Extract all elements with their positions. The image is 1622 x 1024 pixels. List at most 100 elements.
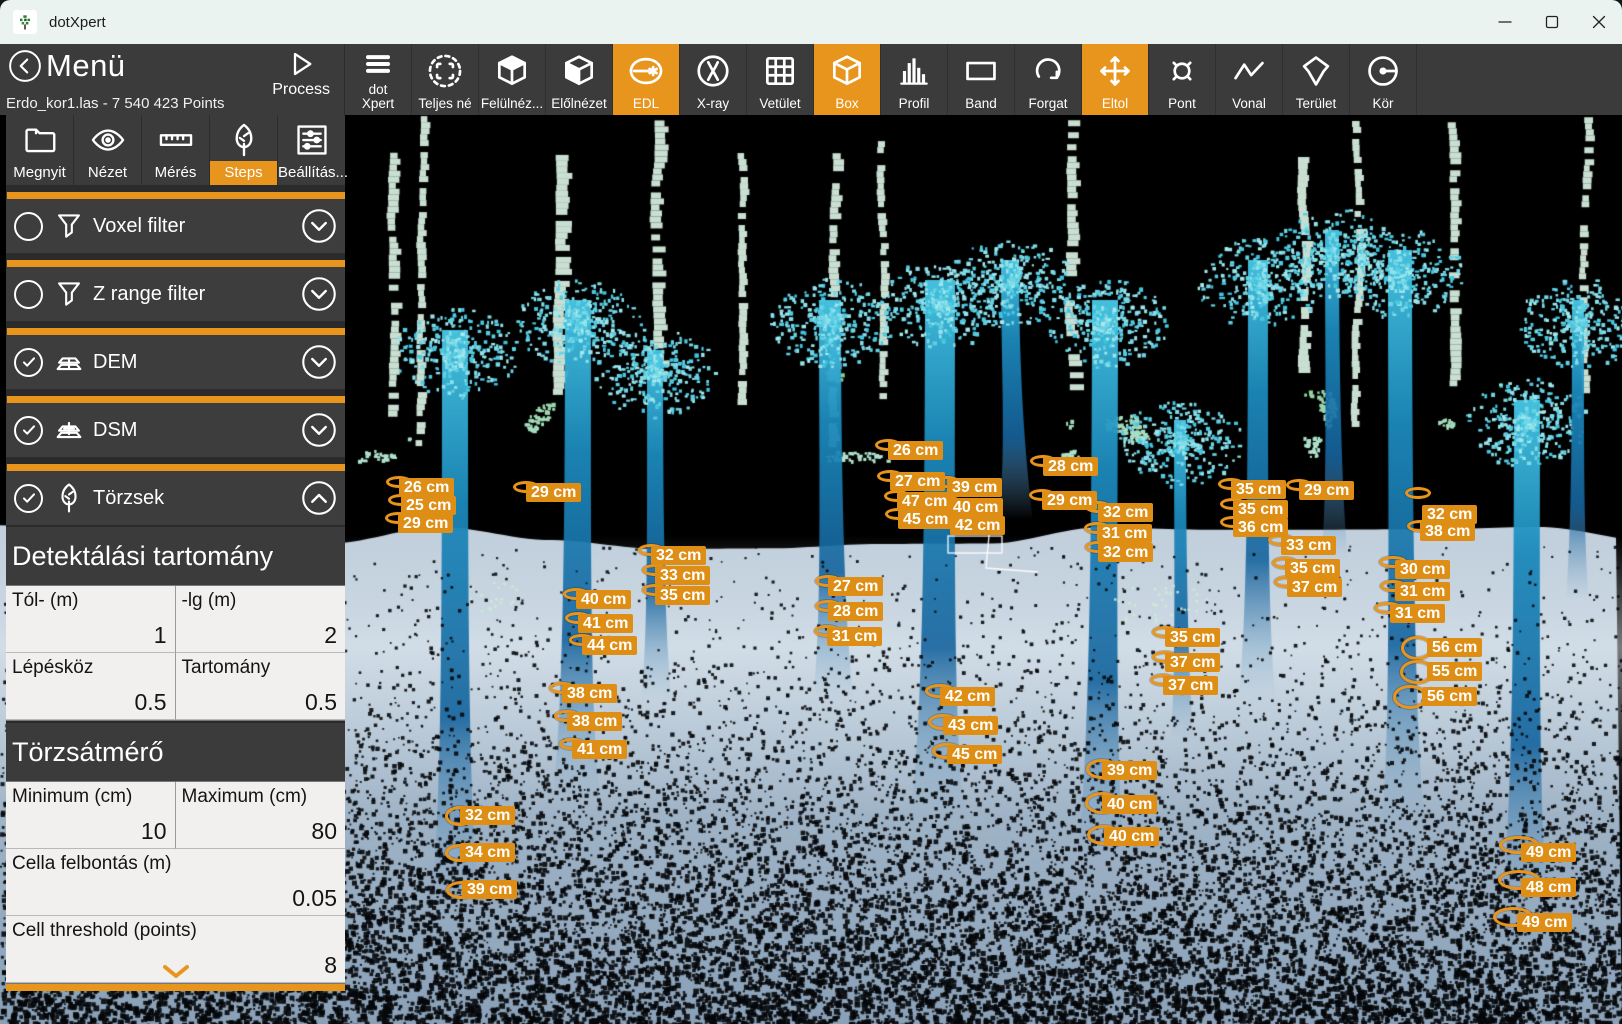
- file-info: Erdo_kor1.las - 7 540 423 Points: [6, 95, 224, 112]
- section-checkbox[interactable]: [14, 484, 43, 513]
- sidebar-tab-steps[interactable]: Steps: [210, 115, 278, 185]
- chevron-down-icon[interactable]: [301, 412, 337, 448]
- back-circle-icon: [8, 49, 42, 83]
- toolbar-button-label: dot Xpert: [362, 83, 394, 111]
- field-value: 80: [311, 818, 337, 845]
- section-accent-bar: [7, 260, 345, 267]
- toolbar-button-vet-let[interactable]: Vetület: [747, 44, 814, 115]
- ruler-icon: [157, 121, 195, 159]
- tree-icon: [49, 481, 89, 515]
- cube-icon: [814, 44, 880, 97]
- field-label: Cella felbontás (m): [12, 853, 171, 875]
- toolbar-button-label: Forgat: [1028, 97, 1067, 111]
- field-tartom-ny[interactable]: Tartomány0.5: [176, 653, 346, 720]
- diameter-header: Törzsátmérő: [6, 721, 345, 781]
- fullscreen-icon: [412, 44, 478, 97]
- field-t-l-m-[interactable]: Tól- (m)1: [6, 586, 176, 653]
- toolbar-button-fel-ln-z-[interactable]: Felülnéz...: [479, 44, 546, 115]
- toolbar-button-vonal[interactable]: Vonal: [1216, 44, 1283, 115]
- sidebar-tab-megnyit[interactable]: Megnyit: [6, 115, 74, 185]
- section-accent-bar: [7, 328, 345, 335]
- rectangle-icon: [948, 44, 1014, 97]
- field-minimum-cm-[interactable]: Minimum (cm)10: [6, 782, 176, 849]
- edl-icon: [613, 44, 679, 97]
- toolbar-button-band[interactable]: Band: [948, 44, 1015, 115]
- diameter-panel: Minimum (cm)10Maximum (cm)80Cella felbon…: [6, 781, 345, 984]
- toolbar-button-forgat[interactable]: Forgat: [1015, 44, 1082, 115]
- sidebar-tab-m-r-s[interactable]: Mérés: [142, 115, 210, 185]
- section-checkbox[interactable]: [14, 280, 43, 309]
- sidebar-tab-label: Nézet: [74, 161, 141, 185]
- section-checkbox[interactable]: [14, 416, 43, 445]
- section-gap: [6, 321, 345, 328]
- toolbar-button-label: Band: [965, 97, 997, 111]
- app-title: dotXpert: [49, 14, 106, 31]
- toolbar-button-ter-let[interactable]: Terület: [1283, 44, 1350, 115]
- sidebar-tab-label: Steps: [210, 161, 277, 185]
- process-label: Process: [272, 81, 330, 99]
- field-value: 8: [324, 952, 337, 979]
- xray-icon: [680, 44, 746, 97]
- sidebar-tab-n-zet[interactable]: Nézet: [74, 115, 142, 185]
- cube-front-icon: [546, 44, 612, 97]
- toolbar-button-profil[interactable]: Profil: [881, 44, 948, 115]
- field-value: 0.05: [292, 885, 337, 912]
- app-logo-icon: [13, 10, 37, 34]
- filter-section-dsm: DSM: [6, 389, 345, 457]
- process-button[interactable]: Process: [272, 48, 330, 99]
- field-cella-felbont-s-m-[interactable]: Cella felbontás (m) 0.05: [6, 849, 345, 916]
- menu-button[interactable]: Menü: [8, 48, 126, 84]
- section-label: Voxel filter: [93, 215, 301, 238]
- chevron-down-icon[interactable]: [301, 344, 337, 380]
- field-label: Cell threshold (points): [12, 920, 197, 942]
- field--lg-m-[interactable]: -lg (m)2: [176, 586, 346, 653]
- cube-top-icon: [479, 44, 545, 97]
- filter-section-t-rzsek: Törzsek: [6, 457, 345, 525]
- field-maximum-cm-[interactable]: Maximum (cm)80: [176, 782, 346, 849]
- toolbar-button-label: Felülnéz...: [481, 97, 543, 111]
- titlebar: dotXpert: [0, 0, 1622, 44]
- toolbar-button-pont[interactable]: Pont: [1149, 44, 1216, 115]
- minimize-button[interactable]: [1481, 0, 1528, 44]
- expand-chevron-icon[interactable]: [157, 962, 195, 982]
- field-cell-threshold-points-[interactable]: Cell threshold (points) 8: [6, 916, 345, 983]
- field-value: 10: [141, 818, 167, 845]
- toolbar-buttons: dot Xpert Teljes né Felülnéz...Előlnézet ED…: [345, 44, 1417, 115]
- maximize-button[interactable]: [1528, 0, 1575, 44]
- toolbar-button-box[interactable]: Box: [814, 44, 881, 115]
- section-checkbox[interactable]: [14, 212, 43, 241]
- sidebar-tabs: MegnyitNézetMérésStepsBeállítás...: [6, 115, 345, 185]
- toolbar-button-el-ln-zet[interactable]: Előlnézet: [546, 44, 613, 115]
- chevron-up-icon[interactable]: [301, 480, 337, 516]
- toolbar-button-dot-xpert[interactable]: dot Xpert: [345, 44, 412, 115]
- chevron-down-icon[interactable]: [301, 276, 337, 312]
- toolbar-button-x-ray[interactable]: X-ray: [680, 44, 747, 115]
- rotate-icon: [1015, 44, 1081, 97]
- toolbar-button-edl[interactable]: EDL: [613, 44, 680, 115]
- circle-radius-icon: [1350, 44, 1416, 97]
- folder-icon: [21, 121, 59, 159]
- app-window: dotXpert Menü Process Erdo_kor1.las - 7 …: [0, 0, 1622, 1024]
- section-label: Z range filter: [93, 283, 301, 306]
- toolbar-button-label: Teljes né: [418, 97, 471, 111]
- sidebar-tab-be-ll-t-s-[interactable]: Beállítás...: [278, 115, 345, 185]
- close-icon: [1587, 10, 1611, 34]
- section-checkbox[interactable]: [14, 348, 43, 377]
- section-accent-bar: [7, 396, 345, 403]
- close-button[interactable]: [1575, 0, 1622, 44]
- toolbar-button-eltol[interactable]: Eltol: [1082, 44, 1149, 115]
- toolbar-button-k-r[interactable]: Kör: [1350, 44, 1417, 115]
- chevron-down-icon[interactable]: [301, 208, 337, 244]
- sidebar-tab-label: Mérés: [142, 161, 209, 185]
- move-icon: [1082, 44, 1148, 97]
- toolbar-button-label: X-ray: [697, 97, 729, 111]
- sidebar-bottom-bar: [6, 984, 345, 991]
- section-gap: [6, 185, 345, 192]
- field-l-p-sk-z[interactable]: Lépésköz0.5: [6, 653, 176, 720]
- section-accent-bar: [7, 192, 345, 199]
- polygon-icon: [1283, 44, 1349, 97]
- detection-panel: Tól- (m)1-lg (m)2Lépésköz0.5Tartomány0.5: [6, 585, 345, 721]
- sidebar-tab-label: Megnyit: [6, 161, 73, 185]
- toolbar-button-teljes-n-[interactable]: Teljes né: [412, 44, 479, 115]
- toolbar-button-label: EDL: [633, 97, 659, 111]
